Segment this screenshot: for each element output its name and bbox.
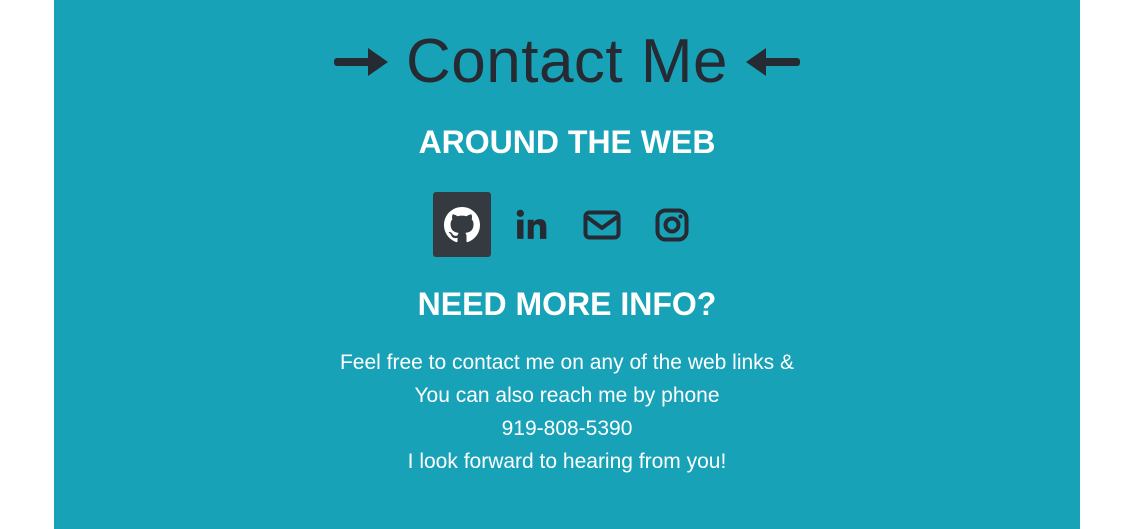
linkedin-link[interactable] — [503, 192, 561, 257]
phone-number: 919-808-5390 — [501, 417, 633, 440]
social-links — [54, 192, 1080, 257]
info-line: Feel free to contact me on any of the we… — [339, 351, 795, 374]
arrow-left-icon — [744, 45, 802, 79]
envelope-icon — [583, 210, 621, 240]
page-title: Contact Me — [405, 27, 729, 96]
info-line: I look forward to hearing from you! — [407, 450, 727, 473]
contact-section: Contact Me AROUND THE WEB NEED MORE INFO… — [54, 0, 1080, 529]
github-link[interactable] — [433, 192, 491, 257]
linkedin-icon — [515, 208, 549, 242]
around-the-web-heading: AROUND THE WEB — [418, 124, 716, 160]
email-link[interactable] — [573, 192, 631, 257]
instagram-link[interactable] — [643, 192, 701, 257]
arrow-right-icon — [332, 45, 390, 79]
instagram-icon — [655, 208, 689, 242]
need-more-info-heading: NEED MORE INFO? — [417, 286, 717, 322]
info-line: You can also reach me by phone — [414, 384, 720, 407]
contact-heading: Contact Me — [54, 22, 1080, 102]
contact-info-text: Feel free to contact me on any of the we… — [54, 346, 1080, 478]
github-icon — [444, 206, 480, 243]
